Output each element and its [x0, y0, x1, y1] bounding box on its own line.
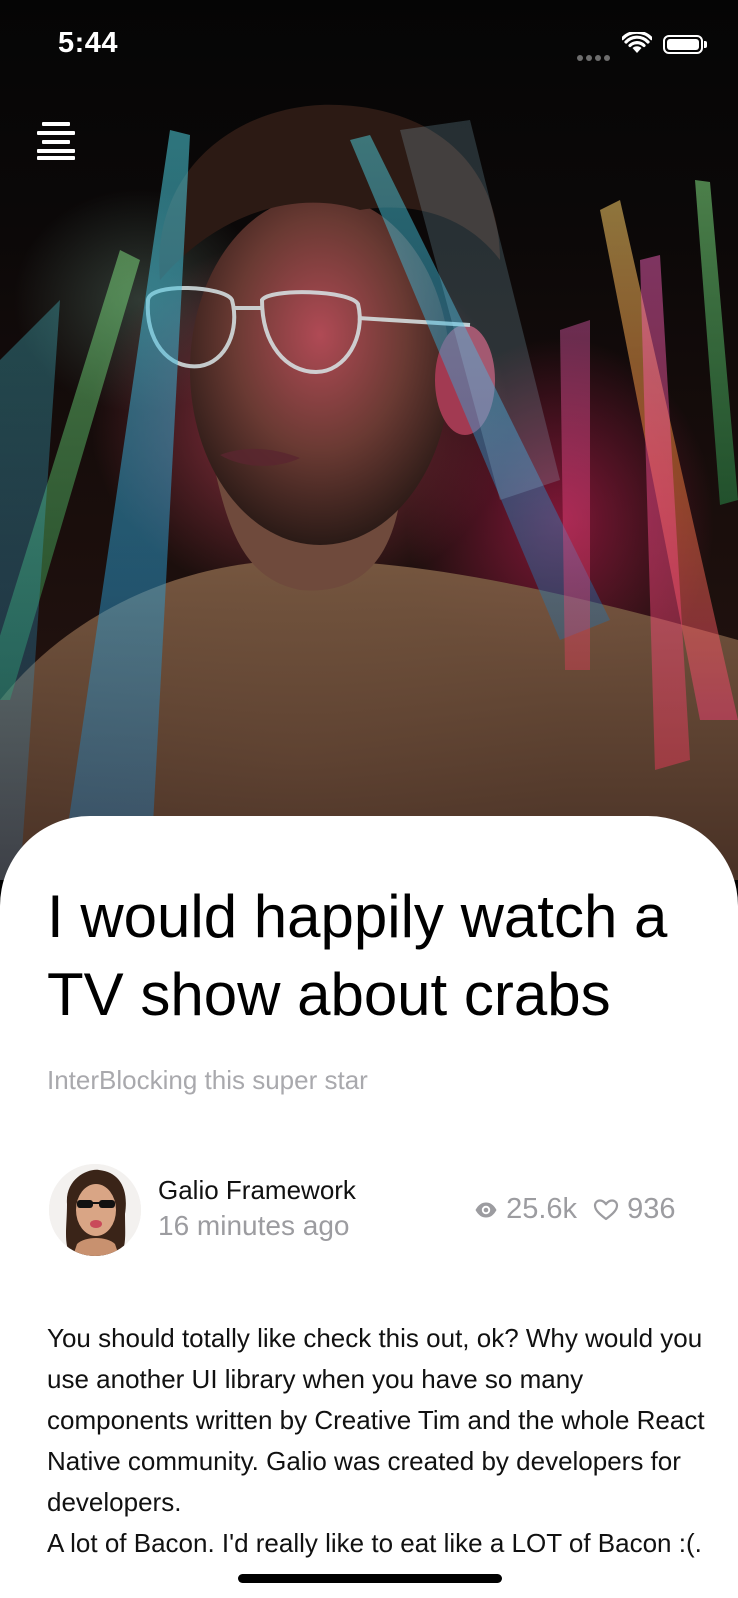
- views-count: 25.6k: [506, 1192, 578, 1225]
- likes-count: 936: [627, 1192, 676, 1225]
- article-body: You should totally like check this out, …: [47, 1318, 707, 1564]
- wifi-icon: [622, 32, 652, 53]
- article-screen: 5:44 I would happily watch a TV show abo…: [0, 0, 738, 1598]
- battery-icon: [663, 35, 707, 54]
- avatar-image: [49, 1164, 141, 1256]
- hero-image: [0, 0, 738, 880]
- home-indicator[interactable]: [238, 1574, 502, 1583]
- likes-stat[interactable]: 936: [593, 1192, 676, 1226]
- article-title: I would happily watch a TV show about cr…: [47, 883, 668, 1028]
- article-subtitle: InterBlocking this super star: [47, 1065, 368, 1095]
- post-time: 16 minutes ago: [158, 1210, 350, 1241]
- portrait-illustration: [0, 104, 738, 880]
- status-bar: 5:44: [0, 0, 738, 90]
- author-name[interactable]: Galio Framework: [158, 1175, 356, 1206]
- eye-icon: [475, 1202, 497, 1218]
- body-paragraph: A lot of Bacon. I'd really like to eat l…: [47, 1528, 702, 1558]
- menu-button[interactable]: [30, 118, 82, 166]
- status-time: 5:44: [58, 27, 119, 59]
- heart-icon: [593, 1199, 619, 1221]
- author-avatar[interactable]: [49, 1164, 141, 1256]
- views-stat: 25.6k: [474, 1193, 577, 1226]
- body-paragraph: You should totally like check this out, …: [47, 1323, 705, 1517]
- signal-icon: [577, 48, 613, 61]
- article-stats: 25.6k 936: [474, 1192, 676, 1228]
